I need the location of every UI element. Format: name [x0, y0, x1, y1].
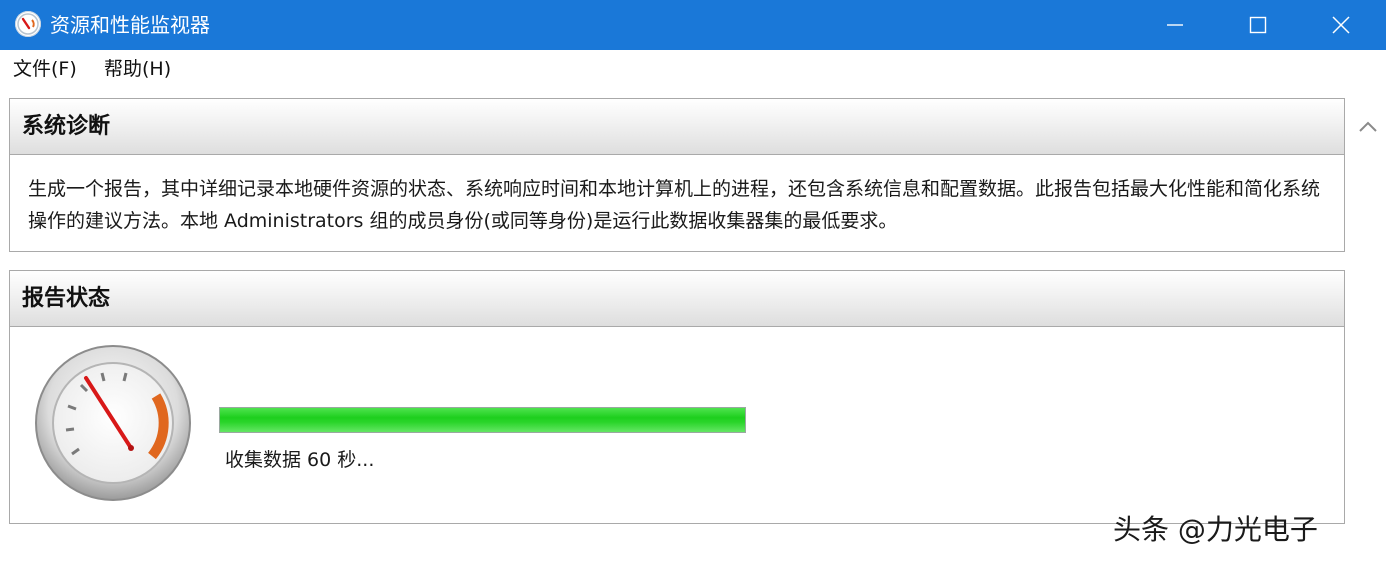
gauge-icon — [34, 344, 192, 502]
menu-file[interactable]: 文件(F) — [13, 57, 77, 81]
close-button[interactable] — [1300, 0, 1382, 50]
system-diagnosis-description: 生成一个报告，其中详细记录本地硬件资源的状态、系统响应时间和本地计算机上的进程，… — [28, 178, 1321, 232]
system-diagnosis-panel: 系统诊断 生成一个报告，其中详细记录本地硬件资源的状态、系统响应时间和本地计算机… — [9, 98, 1345, 252]
progress-bar-fill — [220, 408, 745, 432]
status-text: 收集数据 60 秒... — [225, 449, 375, 471]
menu-help[interactable]: 帮助(H) — [104, 57, 171, 81]
report-status-panel: 报告状态 收集数据 60 秒... — [9, 270, 1345, 524]
close-icon — [1332, 16, 1350, 34]
maximize-icon — [1249, 16, 1267, 34]
report-status-title: 报告状态 — [22, 286, 111, 311]
collapse-arrow-icon[interactable] — [1356, 116, 1380, 138]
resource-monitor-window: 资源和性能监视器 文件(F) 帮助(H) 系统诊断 生成一个报告，其中详细记录本… — [0, 0, 1386, 566]
window-title: 资源和性能监视器 — [50, 13, 210, 37]
minimize-button[interactable] — [1134, 0, 1216, 50]
performance-monitor-icon — [15, 11, 41, 37]
maximize-button[interactable] — [1217, 0, 1299, 50]
system-diagnosis-title: 系统诊断 — [22, 114, 111, 139]
system-diagnosis-header[interactable]: 系统诊断 — [10, 99, 1344, 155]
progress-bar — [219, 407, 746, 433]
title-bar[interactable]: 资源和性能监视器 — [0, 0, 1386, 50]
report-status-header[interactable]: 报告状态 — [10, 271, 1344, 327]
watermark-text: 头条 @力光电子 — [1113, 513, 1318, 546]
menu-bar: 文件(F) 帮助(H) — [0, 50, 1386, 88]
minimize-icon — [1167, 24, 1183, 26]
